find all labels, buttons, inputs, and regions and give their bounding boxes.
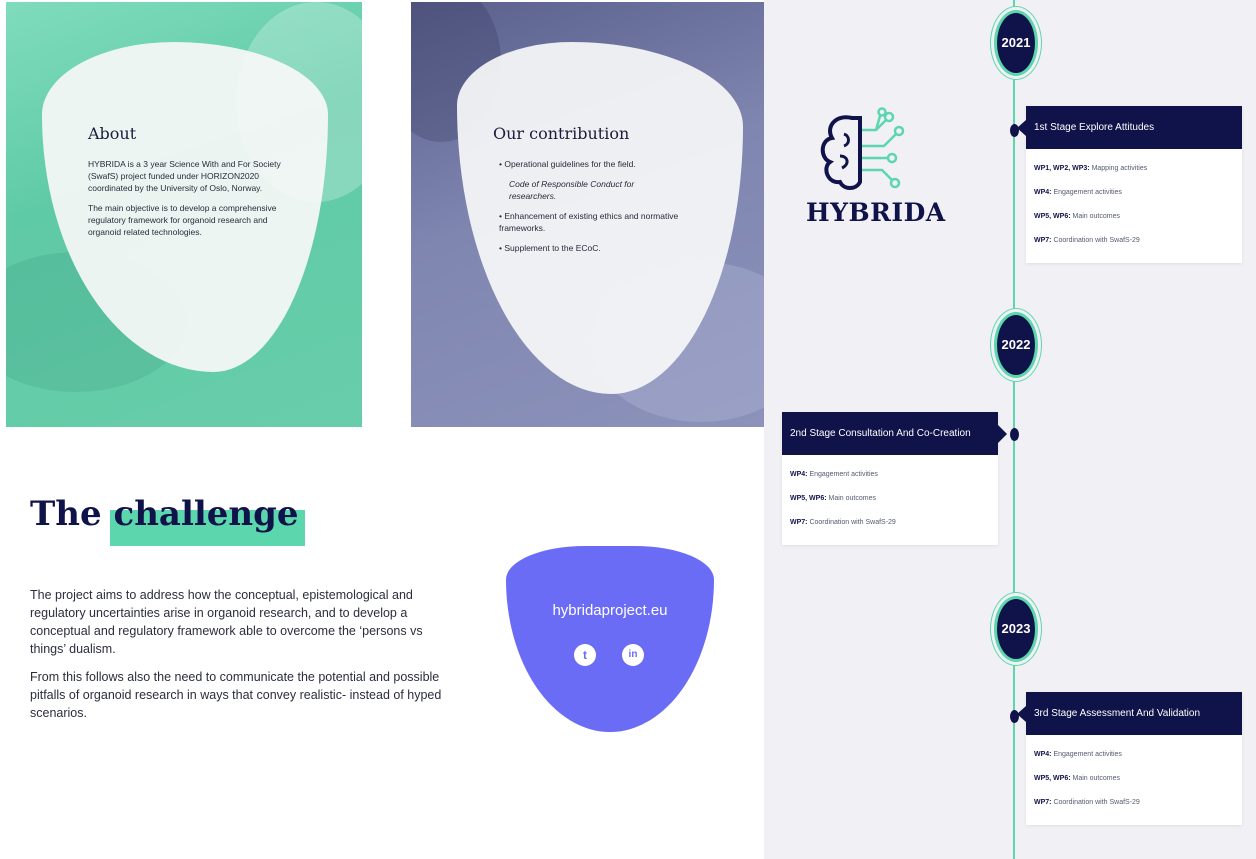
stage-row: WP5, WP6: Main outcomes [790,495,876,502]
contribution-item: • Enhancement of existing ethics and nor… [499,211,679,233]
year-badge-2022: 2022 [994,312,1038,378]
contribution-list: • Operational guidelines for the field. … [499,158,679,262]
challenge-heading-plain: The [30,494,102,534]
about-text: HYBRIDA is a 3 year Science With and For… [88,158,284,246]
stage-body: WP1, WP2, WP3: Mapping activities WP4: E… [1026,149,1242,263]
year-badge-2023: 2023 [994,596,1038,662]
stage-title: 3rd Stage Assessment And Validation [1017,692,1242,735]
contribution-item: Code of Responsible Conduct for research… [509,179,635,201]
stage-title: 2nd Stage Consultation And Co-Creation [782,412,1007,455]
stage-row: WP4: Engagement activities [790,471,878,478]
challenge-paragraph: From this follows also the need to commu… [30,670,442,720]
stage-card-1: 1st Stage Explore Attitudes WP1, WP2, WP… [1017,106,1242,263]
stage-row: WP7: Coordination with SwafS-29 [1034,237,1140,244]
contribution-item: • Operational guidelines for the field. [499,159,636,169]
contribution-title: Our contribution [493,124,630,143]
hybrida-logo-text: HYBRIDA [806,198,946,227]
stage-row: WP1, WP2, WP3: Mapping activities [1034,165,1148,172]
about-paragraph: HYBRIDA is a 3 year Science With and For… [88,159,281,193]
challenge-paragraph: The project aims to address how the conc… [30,588,423,656]
twitter-icon[interactable]: t [574,644,596,666]
stage-row: WP7: Coordination with SwafS-29 [1034,799,1140,806]
contribution-card: Our contribution • Operational guideline… [411,2,764,427]
challenge-text: The project aims to address how the conc… [30,586,460,732]
contribution-item: • Supplement to the ECoC. [499,243,601,253]
stage-row: WP7: Coordination with SwafS-29 [790,519,896,526]
year-badge-2021: 2021 [994,10,1038,76]
timeline-panel: HYBRIDA 2021 2022 2023 1st Stage Explore… [764,0,1256,859]
stage-row: WP5, WP6: Main outcomes [1034,213,1120,220]
about-title: About [88,124,137,143]
about-card: About HYBRIDA is a 3 year Science With a… [6,2,362,427]
stage-card-2: 2nd Stage Consultation And Co-Creation W… [782,412,1007,545]
stage-row: WP4: Engagement activities [1034,189,1122,196]
linkedin-glyph: in [628,649,638,660]
linkedin-icon[interactable]: in [622,644,644,666]
stage-body: WP4: Engagement activities WP5, WP6: Mai… [782,455,998,545]
stage-row: WP4: Engagement activities [1034,751,1122,758]
stage-body: WP4: Engagement activities WP5, WP6: Mai… [1026,735,1242,825]
stage-card-3: 3rd Stage Assessment And Validation WP4:… [1017,692,1242,825]
timeline-dot [1010,428,1019,441]
challenge-heading-highlight: challenge [109,494,305,546]
project-link-shape: hybridaproject.eu t in [506,546,714,732]
project-url-link[interactable]: hybridaproject.eu [506,602,714,619]
about-paragraph: The main objective is to develop a compr… [88,203,277,237]
stage-title: 1st Stage Explore Attitudes [1017,106,1242,149]
twitter-glyph: t [583,648,587,662]
stage-row: WP5, WP6: Main outcomes [1034,775,1120,782]
challenge-heading: The challenge [30,494,305,546]
